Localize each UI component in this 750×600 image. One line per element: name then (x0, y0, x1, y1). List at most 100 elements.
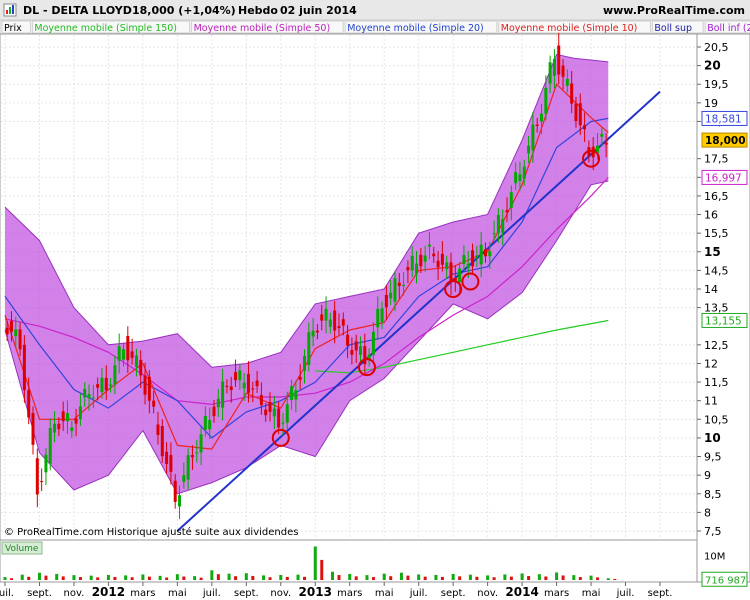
volume-bar (20, 574, 24, 580)
candle-body (492, 233, 496, 235)
candle-body (9, 320, 13, 332)
candle-body (126, 335, 130, 361)
volume-bar (520, 573, 524, 580)
candle-body (195, 452, 199, 454)
candle-body (70, 427, 74, 432)
candle-body (544, 87, 548, 114)
website-label: www.ProRealTime.com (603, 4, 745, 17)
candle-body (483, 249, 487, 257)
volume-bar (382, 573, 386, 580)
volume-bar (596, 577, 600, 580)
candle-body (337, 326, 341, 329)
volume-bar (268, 577, 272, 580)
candle-body (574, 103, 578, 122)
candle-body (178, 495, 182, 507)
volume-bar (130, 577, 134, 580)
candle-body (264, 409, 268, 416)
candle-body (109, 384, 113, 386)
candle-body (251, 388, 255, 390)
candle-body (561, 65, 565, 77)
volume-bar (572, 575, 576, 580)
volume-bar (399, 572, 403, 580)
volume-bar (106, 574, 110, 580)
candle-body (281, 422, 285, 424)
volume-bar (113, 576, 117, 580)
y-tick-label: 9 (704, 469, 711, 482)
x-tick-label: sept. (441, 588, 466, 599)
volume-bar (234, 576, 238, 580)
candle-body (272, 408, 276, 417)
x-tick-label: mai (168, 588, 187, 599)
candle-body (302, 356, 306, 371)
candle-body (518, 174, 522, 182)
volume-bar (210, 570, 214, 580)
candle-body (285, 404, 289, 423)
volume-bar (251, 575, 255, 580)
candle-body (324, 308, 328, 321)
volume-bar (96, 577, 100, 580)
volume-bar (216, 574, 220, 580)
y-tick-label: 16 (704, 209, 718, 222)
x-tick-label: 2014 (505, 585, 538, 599)
volume-bar (544, 576, 548, 580)
candle-body (238, 370, 242, 381)
x-tick-label: mars (130, 588, 155, 599)
candle-body (139, 359, 143, 376)
candle-body (290, 386, 294, 400)
volume-bar (313, 546, 317, 580)
legend-item-label: Boll sup (654, 23, 692, 34)
candle-body (440, 253, 444, 265)
volume-bar (244, 573, 248, 580)
candle-body (203, 415, 207, 430)
x-tick-label: sept. (27, 588, 52, 599)
x-tick-label: 2013 (299, 585, 332, 599)
y-tick-label: 20 (704, 59, 721, 73)
x-tick-label: mai (582, 588, 601, 599)
legend-item-label: Boll inf (20,2) (707, 23, 750, 34)
candle-body (333, 310, 337, 331)
y-tick-label: 15 (704, 245, 721, 259)
candle-body (160, 426, 164, 457)
volume-bar (417, 574, 421, 580)
candle-body (427, 244, 431, 247)
candle-body (393, 278, 397, 302)
candle-body (40, 481, 44, 483)
candle-body (173, 480, 177, 502)
volume-bar (199, 577, 203, 580)
candle-body (225, 385, 229, 387)
date-label: 02 juin 2014 (280, 4, 357, 17)
volume-bar (492, 577, 496, 580)
volume-bar (613, 578, 617, 580)
candle-body (363, 346, 367, 365)
volume-bar (337, 575, 341, 580)
volume-bar (296, 574, 300, 580)
candle-body (445, 262, 449, 270)
volume-bar (193, 576, 197, 580)
candle-body (539, 113, 543, 122)
candle-body (410, 255, 414, 271)
x-tick-label: juil. (0, 588, 14, 599)
candle-body (458, 268, 462, 283)
volume-bar (27, 576, 31, 580)
candle-body (462, 254, 466, 265)
candle-body (61, 411, 65, 422)
candle-body (96, 384, 100, 388)
x-tick-label: nov. (64, 588, 85, 599)
candle-body (208, 420, 212, 430)
candle-body (229, 386, 233, 391)
candle-body (570, 83, 574, 104)
candle-body (35, 458, 39, 495)
value-label-text: 13,155 (705, 315, 742, 327)
candle-body (527, 145, 531, 154)
x-tick-label: juil. (202, 588, 221, 599)
candle-body (397, 282, 401, 287)
candle-body (509, 192, 513, 208)
candle-body (221, 381, 225, 408)
volume-bar (141, 574, 145, 580)
volume-bar (331, 571, 334, 580)
candle-body (471, 250, 475, 267)
volume-bar (423, 576, 427, 580)
symbol-label: DL - DELTA LLOYD (23, 4, 132, 17)
candle-body (328, 319, 332, 327)
y-tick-label: 19 (704, 97, 718, 110)
